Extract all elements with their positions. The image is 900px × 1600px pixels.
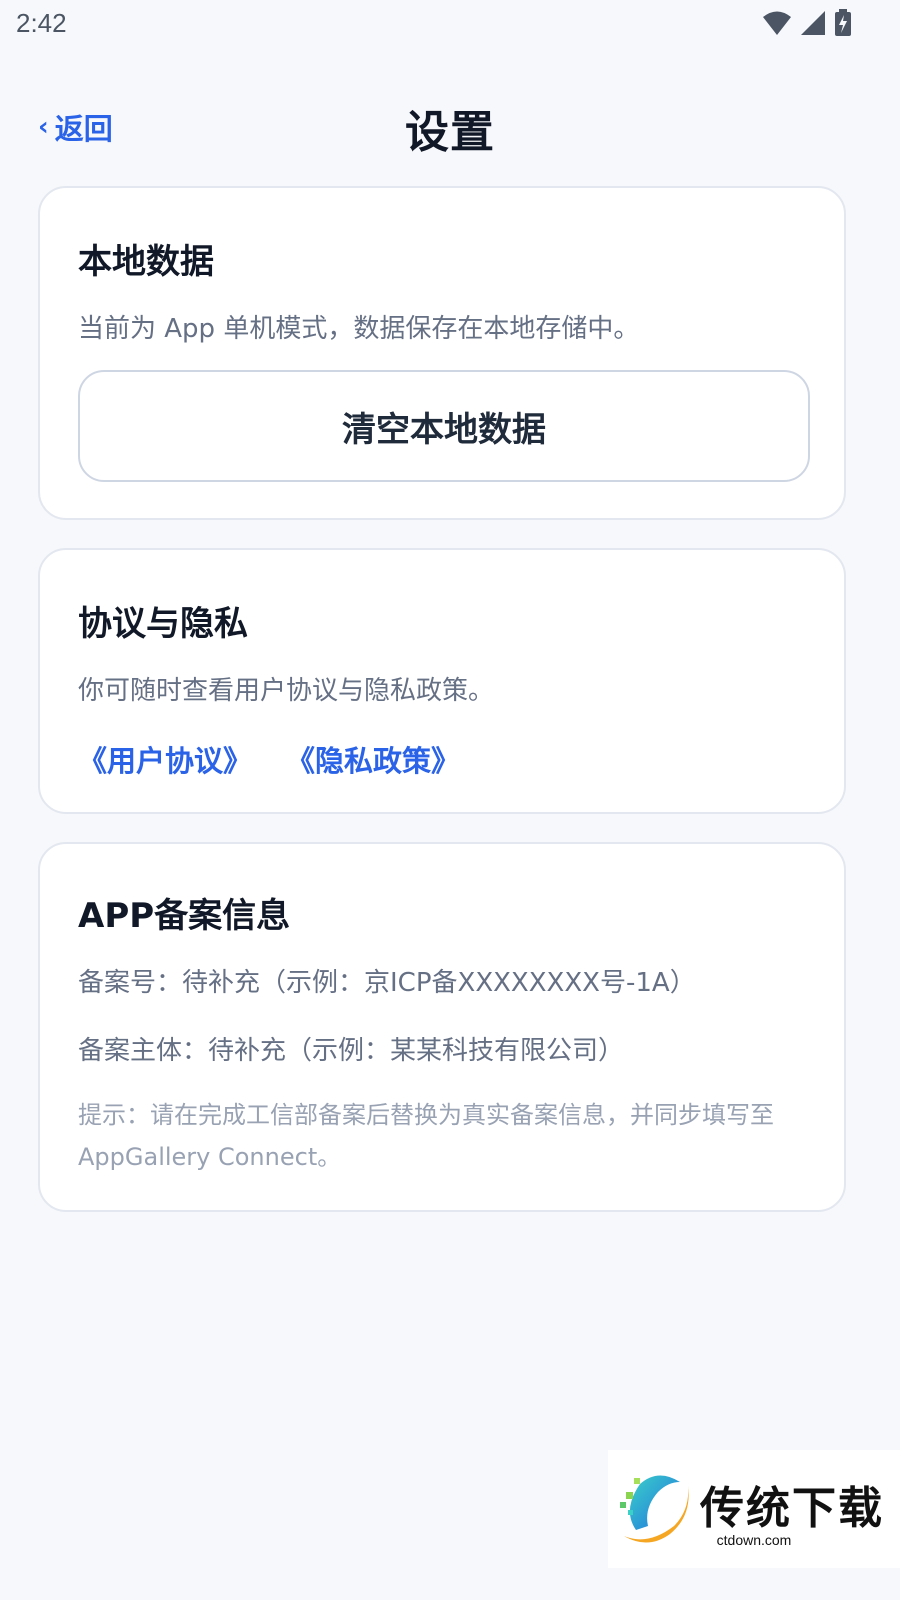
icp-hint: 提示：请在完成工信部备案后替换为真实备案信息，并同步填写至 AppGallery…	[78, 1101, 774, 1171]
privacy-links: 《用户协议》 《隐私政策》	[78, 738, 460, 780]
cellular-signal-icon	[800, 10, 826, 36]
icp-number-line: 备案号：待补充（示例：京ICP备XXXXXXXX号-1A）	[78, 968, 696, 998]
icp-title: APP备案信息	[78, 896, 291, 936]
privacy-policy-link[interactable]: 《隐私政策》	[286, 738, 460, 780]
watermark-name: 传统下载	[700, 1483, 884, 1534]
wifi-icon	[762, 10, 792, 36]
local-data-card: 本地数据 当前为 App 单机模式，数据保存在本地存储中。 清空本地数据	[38, 186, 846, 520]
icp-card: APP备案信息 备案号：待补充（示例：京ICP备XXXXXXXX号-1A） 备案…	[38, 842, 846, 1212]
watermark: 传统下载 ctdown.com	[608, 1450, 900, 1568]
page-title: 设置	[405, 107, 495, 158]
clear-local-data-button[interactable]: 清空本地数据	[78, 370, 810, 482]
user-agreement-link[interactable]: 《用户协议》	[78, 738, 252, 780]
status-bar: 2:42	[0, 0, 900, 52]
watermark-domain: ctdown.com	[608, 1532, 900, 1548]
nav-bar: ‹ 返回 设置	[0, 90, 900, 160]
battery-charging-icon	[834, 9, 852, 37]
privacy-card: 协议与隐私 你可随时查看用户协议与隐私政策。 《用户协议》 《隐私政策》	[38, 548, 846, 814]
status-icons	[762, 9, 852, 37]
privacy-description: 你可随时查看用户协议与隐私政策。	[78, 676, 495, 706]
privacy-title: 协议与隐私	[78, 604, 248, 644]
status-time: 2:42	[16, 8, 67, 38]
local-data-description: 当前为 App 单机模式，数据保存在本地存储中。	[78, 314, 640, 344]
local-data-title: 本地数据	[78, 242, 214, 282]
icp-subject-line: 备案主体：待补充（示例：某某科技有限公司）	[78, 1036, 625, 1066]
